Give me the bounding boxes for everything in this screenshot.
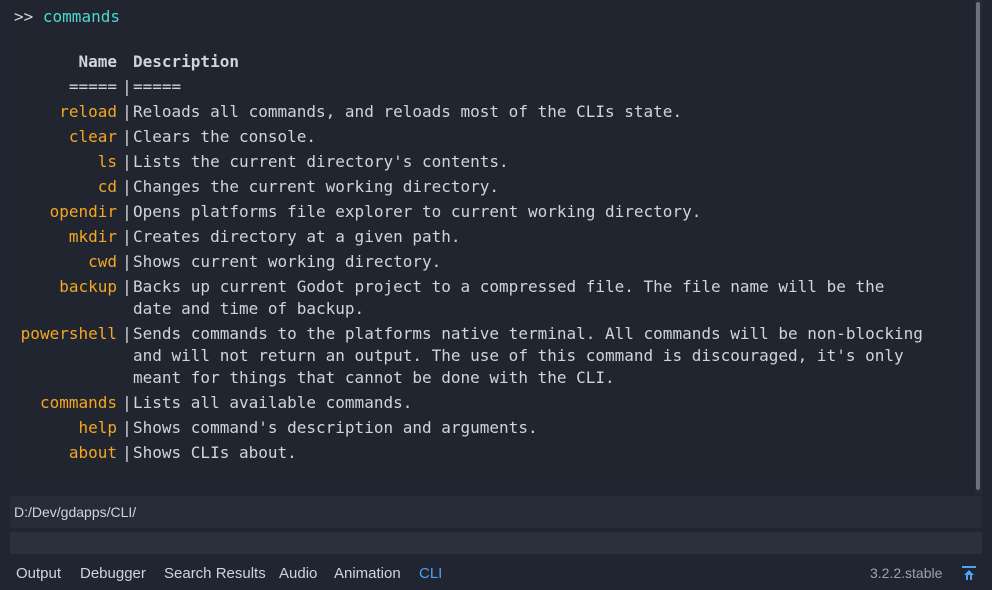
command-name: help (78, 418, 117, 437)
scrollbar-thumb[interactable] (976, 2, 980, 490)
bottom-panel-tabs: Output Debugger Search Results Audio Ani… (0, 558, 992, 590)
tab-audio[interactable]: Audio (279, 565, 317, 582)
column-separator: | (122, 127, 132, 146)
prompt-marker: >> (14, 7, 34, 26)
command-name: cd (97, 177, 117, 196)
pin-panel-icon[interactable] (961, 565, 977, 581)
engine-version: 3.2.2.stable (870, 565, 943, 581)
tab-debugger[interactable]: Debugger (80, 565, 146, 582)
column-separator: | (122, 277, 132, 296)
command-name: commands (39, 393, 117, 412)
column-separator: | (122, 252, 132, 271)
command-description: Sends commands to the platforms native t… (133, 324, 923, 387)
command-name: reload (59, 102, 117, 121)
console-scrollbar[interactable] (975, 0, 982, 494)
tab-cli[interactable]: CLI (419, 565, 442, 582)
command-description: Lists all available commands. (133, 393, 413, 412)
command-name: ls (97, 152, 117, 171)
command-description: Opens platforms file explorer to current… (133, 202, 702, 221)
column-separator: | (122, 418, 132, 437)
command-description: Clears the console. (133, 127, 317, 146)
working-directory-path: D:/Dev/gdapps/CLI/ (14, 504, 137, 520)
command-description: Reloads all commands, and reloads most o… (133, 102, 683, 121)
column-separator: | (122, 102, 132, 121)
command-description: Changes the current working directory. (133, 177, 500, 196)
command-description: Shows command's description and argument… (133, 418, 538, 437)
column-separator: | (122, 177, 132, 196)
working-directory-bar: D:/Dev/gdapps/CLI/ (10, 496, 982, 528)
command-description: Lists the current directory's contents. (133, 152, 509, 171)
column-separator: | (122, 227, 132, 246)
command-name: Name (78, 52, 117, 71)
command-name: backup (59, 277, 117, 296)
command-name: ===== (68, 77, 117, 96)
column-separator: | (122, 443, 132, 462)
command-name: mkdir (68, 227, 117, 246)
command-name: opendir (49, 202, 117, 221)
command-description: Shows current working directory. (133, 252, 442, 271)
command-name: about (68, 443, 117, 462)
cli-command-input[interactable] (10, 532, 982, 554)
column-separator: | (122, 77, 132, 96)
tab-animation[interactable]: Animation (334, 565, 401, 582)
cli-console-output[interactable]: >> commands Name Description ===== | ===== re… (10, 0, 974, 494)
column-separator: | (122, 152, 132, 171)
command-name: clear (68, 127, 117, 146)
column-separator: | (122, 202, 132, 221)
command-name: cwd (88, 252, 117, 271)
column-separator: | (122, 324, 132, 343)
command-description: Description (133, 52, 239, 71)
column-separator: | (122, 393, 132, 412)
command-description: Shows CLIs about. (133, 443, 297, 462)
prompt-line: >> commands (14, 7, 120, 27)
tab-search-results[interactable]: Search Results (164, 565, 266, 582)
prompt-command: commands (42, 7, 120, 26)
command-description: Creates directory at a given path. (133, 227, 461, 246)
command-description: ===== (133, 77, 182, 96)
command-name: powershell (20, 324, 117, 343)
tab-output[interactable]: Output (16, 565, 61, 582)
command-description: Backs up current Godot project to a comp… (133, 277, 885, 318)
